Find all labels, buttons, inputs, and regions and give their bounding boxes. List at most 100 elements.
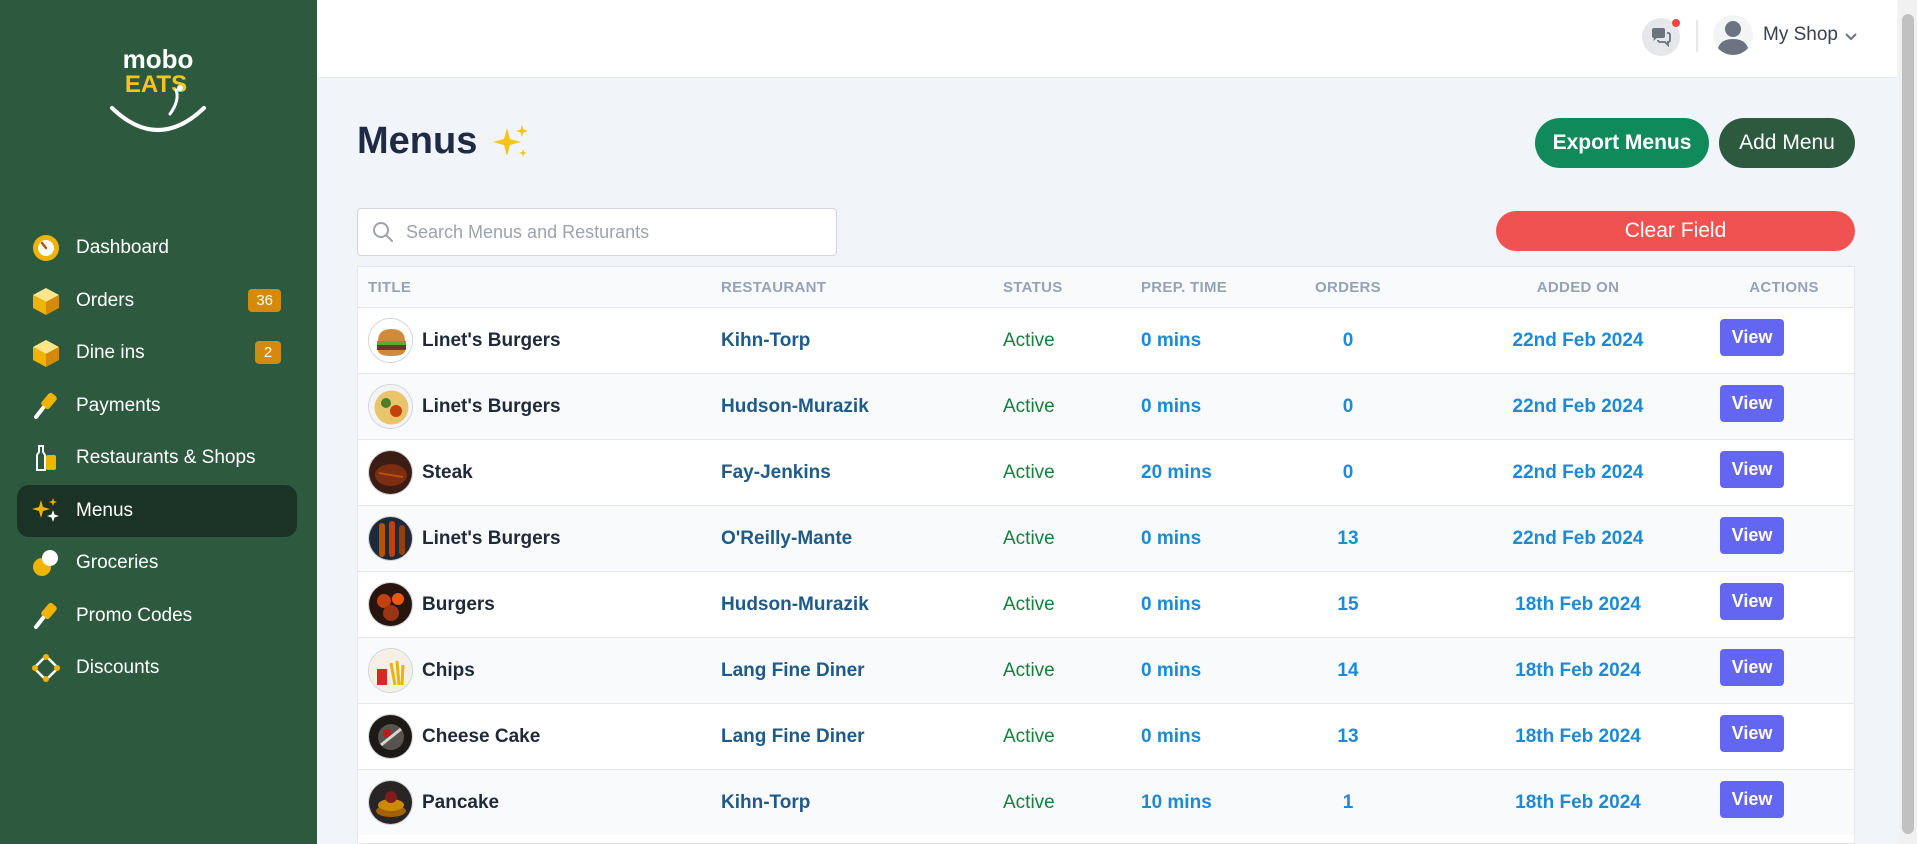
box-icon [30, 285, 62, 317]
table-row[interactable]: Linet's Burgers O'Reilly-Mante Active 0 … [358, 505, 1854, 571]
sidebar-item-dashboard[interactable]: Dashboard [17, 222, 297, 274]
added-on-date: 18th Feb 2024 [1515, 660, 1641, 681]
view-button[interactable]: View [1720, 583, 1784, 620]
prep-time: 20 mins [1141, 462, 1212, 483]
sidebar-item-payments[interactable]: Payments [17, 380, 297, 432]
sidebar-item-label: Groceries [76, 552, 159, 573]
status-text: Active [1003, 660, 1055, 681]
sidebar-nav: Dashboard Orders 36 Dine ins 2 Payments [17, 222, 297, 695]
menu-title[interactable]: Chips [422, 660, 475, 682]
view-button[interactable]: View [1720, 385, 1784, 422]
added-on-date: 18th Feb 2024 [1515, 594, 1641, 615]
menu-title[interactable]: Linet's Burgers [422, 330, 561, 352]
column-header-prep-time[interactable]: PREP. TIME [1141, 279, 1227, 296]
added-on-date: 22nd Feb 2024 [1512, 396, 1644, 417]
orders-count: 0 [1342, 330, 1354, 351]
column-header-status[interactable]: STATUS [1003, 279, 1063, 296]
menu-title[interactable]: Linet's Burgers [422, 396, 561, 418]
restaurant-link[interactable]: Kihn-Torp [721, 330, 810, 352]
search-icon [373, 222, 393, 242]
menu-title[interactable]: Cheese Cake [422, 726, 540, 748]
discount-icon [30, 652, 62, 684]
sidebar-item-dine-ins[interactable]: Dine ins 2 [17, 327, 297, 379]
sidebar-item-label: Promo Codes [76, 604, 193, 626]
status-text: Active [1003, 528, 1055, 549]
brand-logo[interactable]: mobo EATS [108, 40, 210, 140]
view-button[interactable]: View [1720, 517, 1784, 554]
restaurant-link[interactable]: Lang Fine Diner [721, 726, 865, 748]
status-text: Active [1003, 726, 1055, 747]
table-header: TITLE RESTAURANT STATUS PREP. TIME ORDER… [358, 267, 1854, 307]
table-row[interactable]: Pancake Kihn-Torp Active 10 mins 1 18th … [358, 769, 1854, 835]
export-menus-button[interactable]: Export Menus [1535, 118, 1709, 168]
table-row[interactable]: Burgers Hudson-Murazik Active 0 mins 15 … [358, 571, 1854, 637]
column-header-orders[interactable]: ORDERS [1315, 279, 1381, 296]
clear-field-button[interactable]: Clear Field [1496, 211, 1855, 251]
column-header-title[interactable]: TITLE [368, 279, 411, 296]
search-input[interactable] [406, 221, 806, 243]
menu-thumbnail [368, 582, 413, 627]
prep-time: 0 mins [1141, 528, 1202, 549]
sidebar-item-promo-codes[interactable]: Promo Codes [17, 590, 297, 642]
user-name: My Shop [1763, 24, 1838, 45]
sidebar-item-menus[interactable]: Menus [17, 484, 297, 537]
menu-thumbnail [368, 714, 413, 759]
menu-title[interactable]: Pancake [422, 792, 499, 814]
restaurant-link[interactable]: Hudson-Murazik [721, 396, 869, 418]
page-scrollbar[interactable] [1899, 0, 1917, 844]
column-header-restaurant[interactable]: RESTAURANT [721, 279, 826, 296]
restaurant-link[interactable]: Fay-Jenkins [721, 462, 831, 484]
column-header-added-on[interactable]: ADDED ON [1537, 279, 1619, 296]
user-menu[interactable]: My Shop [1713, 15, 1858, 55]
sidebar-item-discounts[interactable]: Discounts [17, 642, 297, 694]
column-header-actions: ACTIONS [1749, 279, 1819, 296]
menu-title[interactable]: Burgers [422, 594, 495, 616]
restaurant-link[interactable]: Kihn-Torp [721, 792, 810, 814]
restaurant-link[interactable]: O'Reilly-Mante [721, 528, 852, 550]
menu-title[interactable]: Linet's Burgers [422, 528, 561, 550]
prep-time: 10 mins [1141, 792, 1212, 813]
sidebar-item-label: Orders [76, 289, 135, 311]
bottle-icon [30, 442, 62, 474]
view-button[interactable]: View [1720, 451, 1784, 488]
prep-time: 0 mins [1141, 660, 1202, 681]
prep-time: 0 mins [1141, 330, 1202, 351]
notification-dot [1672, 19, 1680, 27]
table-row[interactable]: Linet's Burgers Kihn-Torp Active 0 mins … [358, 307, 1854, 373]
page-title-text: Menus [357, 120, 478, 162]
status-text: Active [1003, 462, 1055, 483]
restaurant-link[interactable]: Lang Fine Diner [721, 660, 865, 682]
orders-count: 0 [1342, 462, 1354, 483]
sidebar-item-groceries[interactable]: Groceries [17, 537, 297, 589]
added-on-date: 22nd Feb 2024 [1512, 462, 1644, 483]
added-on-date: 18th Feb 2024 [1515, 726, 1641, 747]
sidebar-item-label: Menus [76, 499, 134, 521]
table-row[interactable]: Chips Lang Fine Diner Active 0 mins 14 1… [358, 637, 1854, 703]
table-row[interactable]: Steak Fay-Jenkins Active 20 mins 0 22nd … [358, 439, 1854, 505]
menu-title[interactable]: Steak [422, 462, 473, 484]
messages-button[interactable] [1642, 18, 1680, 56]
sidebar-item-label: Payments [76, 394, 161, 416]
menu-thumbnail [368, 648, 413, 693]
table-row[interactable]: Cheese Cake Lang Fine Diner Active 0 min… [358, 703, 1854, 769]
orders-count: 0 [1342, 396, 1354, 417]
sidebar-item-restaurants[interactable]: Restaurants & Shops [17, 432, 297, 484]
menus-table: TITLE RESTAURANT STATUS PREP. TIME ORDER… [357, 266, 1855, 844]
view-button[interactable]: View [1720, 781, 1784, 818]
add-menu-button[interactable]: Add Menu [1719, 118, 1855, 168]
restaurant-link[interactable]: Hudson-Murazik [721, 594, 869, 616]
view-button[interactable]: View [1720, 319, 1784, 356]
topbar-divider [1696, 20, 1698, 52]
topbar: My Shop [317, 0, 1897, 78]
view-button[interactable]: View [1720, 715, 1784, 752]
dine-ins-count-badge: 2 [255, 341, 281, 364]
prep-time: 0 mins [1141, 726, 1202, 747]
view-button[interactable]: View [1720, 649, 1784, 686]
sidebar-item-orders[interactable]: Orders 36 [17, 275, 297, 327]
menu-thumbnail [368, 450, 413, 495]
scrollbar-thumb[interactable] [1902, 14, 1914, 834]
groceries-icon [30, 547, 62, 579]
chat-icon [1652, 28, 1671, 47]
table-row[interactable]: Linet's Burgers Hudson-Murazik Active 0 … [358, 373, 1854, 439]
menu-thumbnail [368, 780, 413, 825]
